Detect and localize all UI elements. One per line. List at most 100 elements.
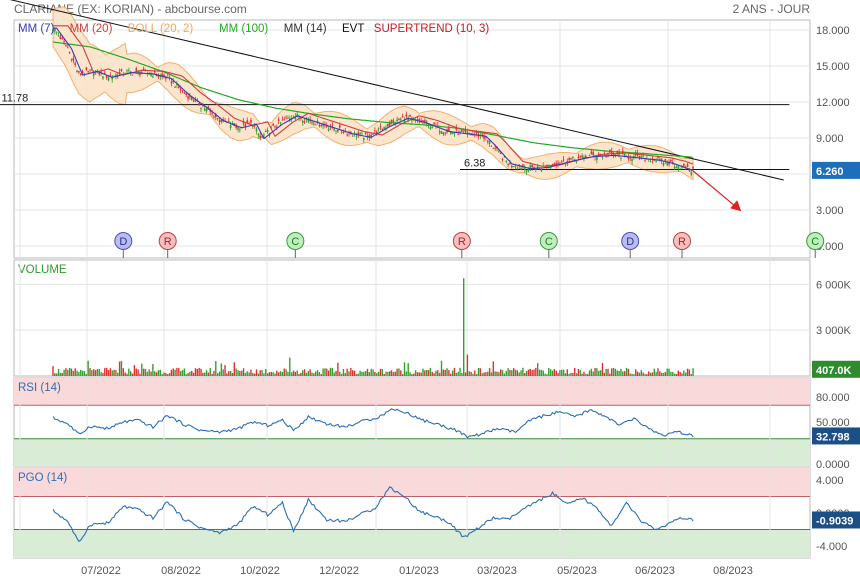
volume-bar xyxy=(390,370,393,376)
price-candle xyxy=(283,119,286,121)
volume-bar xyxy=(409,372,411,376)
volume-bar xyxy=(612,367,615,376)
volume-bar xyxy=(318,372,321,376)
volume-bar xyxy=(316,370,319,376)
price-candle xyxy=(274,126,276,128)
price-candle xyxy=(438,131,441,133)
volume-bar xyxy=(455,373,457,376)
volume-bar xyxy=(416,372,419,376)
volume-bar xyxy=(429,367,432,376)
volume-bar xyxy=(344,373,346,376)
price-candle xyxy=(333,128,335,131)
price-candle xyxy=(361,133,363,135)
price-candle xyxy=(183,92,186,94)
volume-bar xyxy=(614,368,617,376)
volume-bar xyxy=(438,372,441,376)
volume-bar xyxy=(294,371,297,376)
volume-bar xyxy=(261,370,263,376)
volume-bar xyxy=(54,373,56,376)
volume-bar xyxy=(122,368,124,376)
volume-bar xyxy=(165,372,167,376)
price-candle xyxy=(670,159,672,162)
volume-bar xyxy=(198,367,200,376)
volume-bar xyxy=(572,372,574,376)
volume-bar xyxy=(224,365,226,376)
volume-bar xyxy=(327,370,330,376)
price-candle xyxy=(92,73,95,76)
price-candle xyxy=(664,159,667,161)
price-candle xyxy=(252,125,254,127)
volume-bar xyxy=(683,370,685,376)
volume-bar xyxy=(623,371,626,376)
price-candle xyxy=(523,167,526,170)
volume-bar xyxy=(418,372,420,376)
price-candle xyxy=(649,161,652,163)
volume-bar xyxy=(348,371,350,376)
volume-bar xyxy=(605,369,607,376)
volume-bar xyxy=(142,368,145,376)
volume-bar xyxy=(57,368,60,376)
volume-bar xyxy=(633,374,635,376)
volume-bar xyxy=(479,368,482,376)
volume-bar xyxy=(364,371,367,376)
volume-bar xyxy=(322,368,324,376)
volume-bar xyxy=(450,373,452,376)
volume-bar xyxy=(257,373,260,376)
price-candle xyxy=(144,69,147,71)
price-candle xyxy=(442,132,445,135)
volume-bar xyxy=(468,371,470,376)
volume-bar xyxy=(307,370,309,376)
volume-bar xyxy=(290,372,293,376)
volume-bar xyxy=(366,368,369,376)
volume-bar xyxy=(509,369,511,376)
price-candle xyxy=(85,67,88,70)
volume-bar xyxy=(241,370,243,376)
legend-entry: EVT xyxy=(342,23,364,35)
volume-bar xyxy=(255,369,258,376)
volume-bar xyxy=(202,372,204,376)
x-axis-tick-label: 05/2023 xyxy=(557,565,597,577)
volume-bar xyxy=(483,372,485,376)
price-candle xyxy=(359,133,361,135)
volume-title: VOLUME xyxy=(18,264,67,276)
price-candle xyxy=(686,164,689,167)
volume-bar xyxy=(648,371,650,376)
volume-bar xyxy=(583,371,585,376)
volume-bar xyxy=(63,369,65,376)
price-candle xyxy=(55,32,58,34)
volume-bar xyxy=(133,365,136,376)
volume-bar xyxy=(289,357,291,376)
volume-bar xyxy=(659,371,661,376)
price-candle xyxy=(501,158,504,160)
price-candle xyxy=(396,119,398,122)
price-candle xyxy=(187,96,189,99)
volume-bar xyxy=(81,370,84,376)
price-candle xyxy=(301,120,304,123)
volume-bar xyxy=(603,372,605,376)
volume-bar xyxy=(477,367,480,376)
price-candle xyxy=(313,123,315,125)
volume-bar xyxy=(607,368,609,376)
volume-bar xyxy=(653,368,655,376)
event-marker-letter: C xyxy=(545,236,553,248)
volume-bar xyxy=(611,368,613,376)
price-candle xyxy=(205,108,208,112)
volume-bar xyxy=(104,368,106,376)
price-candle xyxy=(279,122,282,124)
price-candle xyxy=(429,127,432,130)
volume-bar xyxy=(61,372,63,376)
volume-bar xyxy=(488,368,491,376)
price-candle xyxy=(622,150,624,154)
volume-bar xyxy=(464,372,467,376)
volume-bar xyxy=(333,372,335,376)
volume-bar xyxy=(305,372,308,376)
price-candle xyxy=(520,168,522,170)
price-candle xyxy=(263,134,265,136)
volume-plot-area xyxy=(13,259,811,377)
price-candle xyxy=(662,162,665,166)
volume-bar xyxy=(105,367,108,376)
pgo-oversold-zone xyxy=(14,529,810,558)
price-candle xyxy=(440,131,443,134)
volume-bar xyxy=(629,373,631,376)
volume-bar xyxy=(642,372,644,376)
